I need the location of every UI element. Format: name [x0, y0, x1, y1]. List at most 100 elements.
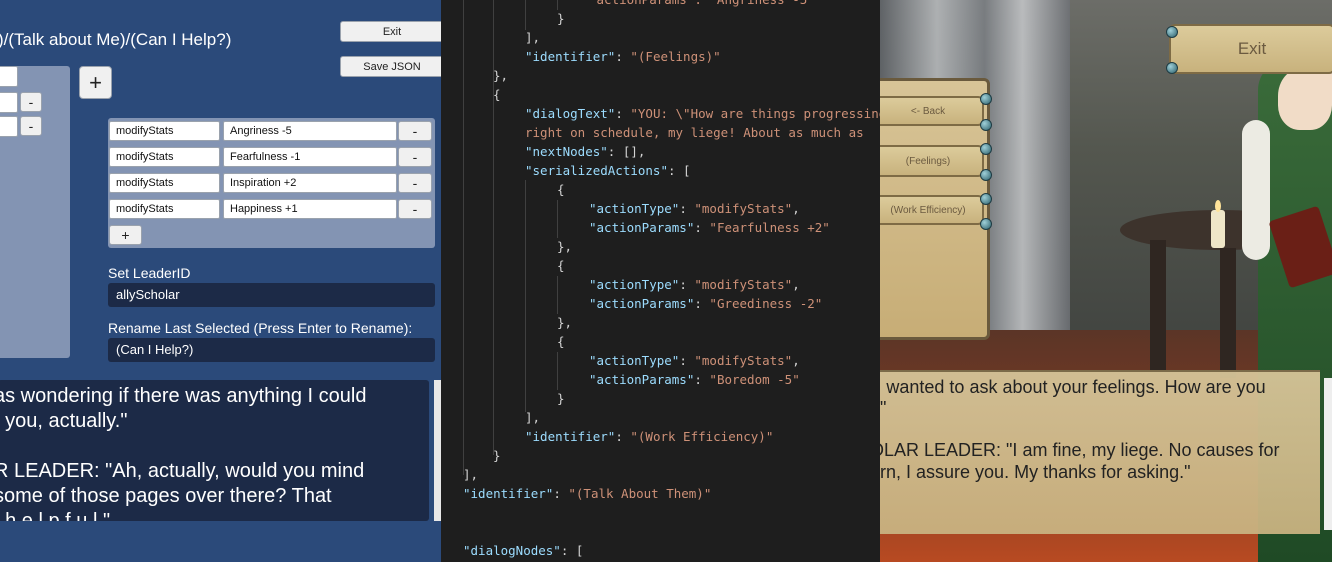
code-token: {: [493, 87, 501, 102]
code-token: "actionType": [589, 201, 680, 216]
remove-action-button[interactable]: -: [398, 147, 432, 167]
code-token: "actionType": [589, 353, 680, 368]
code-token: "serializedActions": [525, 163, 668, 178]
code-token: "identifier": [525, 49, 616, 64]
character-face-image: [1278, 68, 1332, 130]
code-token: ],: [463, 467, 479, 482]
action-type-field[interactable]: modifyStats: [109, 147, 220, 167]
code-token: "actionParams": [589, 220, 695, 235]
code-token: "Greediness -2": [709, 296, 823, 311]
work-efficiency-choice-button[interactable]: (Work Efficiency): [880, 195, 984, 225]
code-token: "(Talk About Them)": [568, 486, 712, 501]
code-token: :: [553, 486, 569, 501]
dialogue-line: OLAR LEADER: "I am fine, my liege. No ca…: [880, 440, 1280, 460]
code-line: {: [557, 180, 565, 199]
rivet-icon: [980, 93, 992, 105]
code-token: : [],: [607, 144, 646, 159]
code-line: ],: [525, 408, 540, 427]
code-token: :: [615, 49, 631, 64]
code-token: right on schedule, my liege! About as mu…: [525, 125, 864, 140]
code-token: "YOU: \"How are things progressing?: [630, 106, 880, 121]
action-param-field[interactable]: Happiness +1: [223, 199, 397, 219]
dialog-text-area[interactable]: as wondering if there was anything I cou…: [0, 380, 429, 521]
code-token: "identifier": [463, 486, 554, 501]
action-type-field[interactable]: modifyStats: [109, 199, 220, 219]
action-param-field[interactable]: Angriness -5: [223, 121, 397, 141]
dialog-text-line: some of those pages over there? That: [0, 485, 332, 507]
character-sleeve-image: [1242, 120, 1270, 260]
dialogue-box: "I wanted to ask about your feelings. Ho…: [880, 370, 1320, 534]
code-line: right on schedule, my liege! About as mu…: [525, 123, 864, 142]
feelings-choice-button[interactable]: (Feelings): [880, 145, 984, 177]
code-token: :: [615, 429, 631, 444]
code-line: "actionParams": "Greediness -2": [589, 294, 822, 313]
back-choice-button[interactable]: <- Back: [880, 96, 984, 126]
dialog-text-line: R LEADER: "Ah, actually, would you mind: [0, 460, 365, 482]
code-line: {: [557, 332, 565, 351]
code-token: :: [615, 106, 631, 121]
table-leg-image: [1150, 240, 1166, 370]
rivet-icon: [1166, 26, 1178, 38]
code-line: {: [493, 85, 501, 104]
code-token: "identifier": [525, 429, 616, 444]
code-token: :: [694, 296, 710, 311]
dialog-scrollbar[interactable]: [434, 380, 441, 521]
code-line: "actionParams": "Fearfulness +2": [589, 218, 830, 237]
leader-id-input[interactable]: allyScholar: [108, 283, 435, 307]
code-token: {: [557, 258, 565, 273]
action-param-field[interactable]: Fearfulness -1: [223, 147, 397, 167]
remove-node-button[interactable]: -: [20, 92, 42, 112]
node-field[interactable]: [0, 116, 18, 137]
rivet-icon: [980, 119, 992, 131]
dialogue-scrollbar[interactable]: [1324, 378, 1332, 530]
code-line: "actionType": "modifyStats",: [589, 199, 800, 218]
code-line: ],: [525, 28, 540, 47]
code-token: :: [679, 277, 695, 292]
code-line: "actionType": "modifyStats",: [589, 275, 800, 294]
code-line: "identifier": "(Talk About Them)": [463, 484, 711, 503]
code-token: }: [557, 11, 565, 26]
code-line: }: [493, 446, 501, 465]
code-line: "actionParams": "Angriness -5": [589, 0, 815, 9]
rivet-icon: [980, 193, 992, 205]
json-code-view: "actionParams": "Angriness -5"}], "identi…: [441, 0, 880, 562]
game-exit-button[interactable]: Exit: [1169, 24, 1332, 74]
code-line: }: [557, 9, 565, 28]
remove-node-button[interactable]: -: [20, 116, 42, 136]
exit-button[interactable]: Exit: [340, 21, 441, 42]
code-token: :: [694, 372, 710, 387]
code-token: : [: [560, 543, 584, 558]
code-token: },: [557, 315, 573, 330]
code-token: : [: [668, 163, 691, 178]
node-field[interactable]: [0, 66, 18, 87]
code-token: :: [694, 220, 710, 235]
dialogue-line: ?": [880, 398, 887, 418]
code-token: }: [493, 448, 501, 463]
node-list-panel: - -: [0, 66, 70, 358]
code-token: "modifyStats": [694, 277, 793, 292]
save-json-button[interactable]: Save JSON: [340, 56, 441, 77]
candle-image: [1211, 210, 1225, 248]
rename-input[interactable]: (Can I Help?): [108, 338, 435, 362]
code-token: :: [679, 353, 695, 368]
action-type-field[interactable]: modifyStats: [109, 121, 220, 141]
dialog-editor-panel: )/(Talk about Me)/(Can I Help?) Exit Sav…: [0, 0, 441, 562]
code-token: "dialogText": [525, 106, 616, 121]
code-line: "dialogNodes": [: [463, 541, 583, 560]
code-line: },: [493, 66, 508, 85]
add-action-button[interactable]: +: [109, 225, 142, 245]
remove-action-button[interactable]: -: [398, 199, 432, 219]
code-line: "dialogText": "YOU: \"How are things pro…: [525, 104, 880, 123]
remove-action-button[interactable]: -: [398, 121, 432, 141]
code-token: {: [557, 182, 565, 197]
code-token: ,: [792, 277, 800, 292]
action-type-field[interactable]: modifyStats: [109, 173, 220, 193]
action-param-field[interactable]: Inspiration +2: [223, 173, 397, 193]
rivet-icon: [980, 169, 992, 181]
add-node-button[interactable]: +: [79, 66, 112, 99]
rename-label: Rename Last Selected (Press Enter to Ren…: [108, 320, 413, 336]
remove-action-button[interactable]: -: [398, 173, 432, 193]
node-field[interactable]: [0, 92, 18, 113]
dialog-text-line: as wondering if there was anything I cou…: [0, 385, 367, 407]
leader-id-label: Set LeaderID: [108, 265, 191, 281]
